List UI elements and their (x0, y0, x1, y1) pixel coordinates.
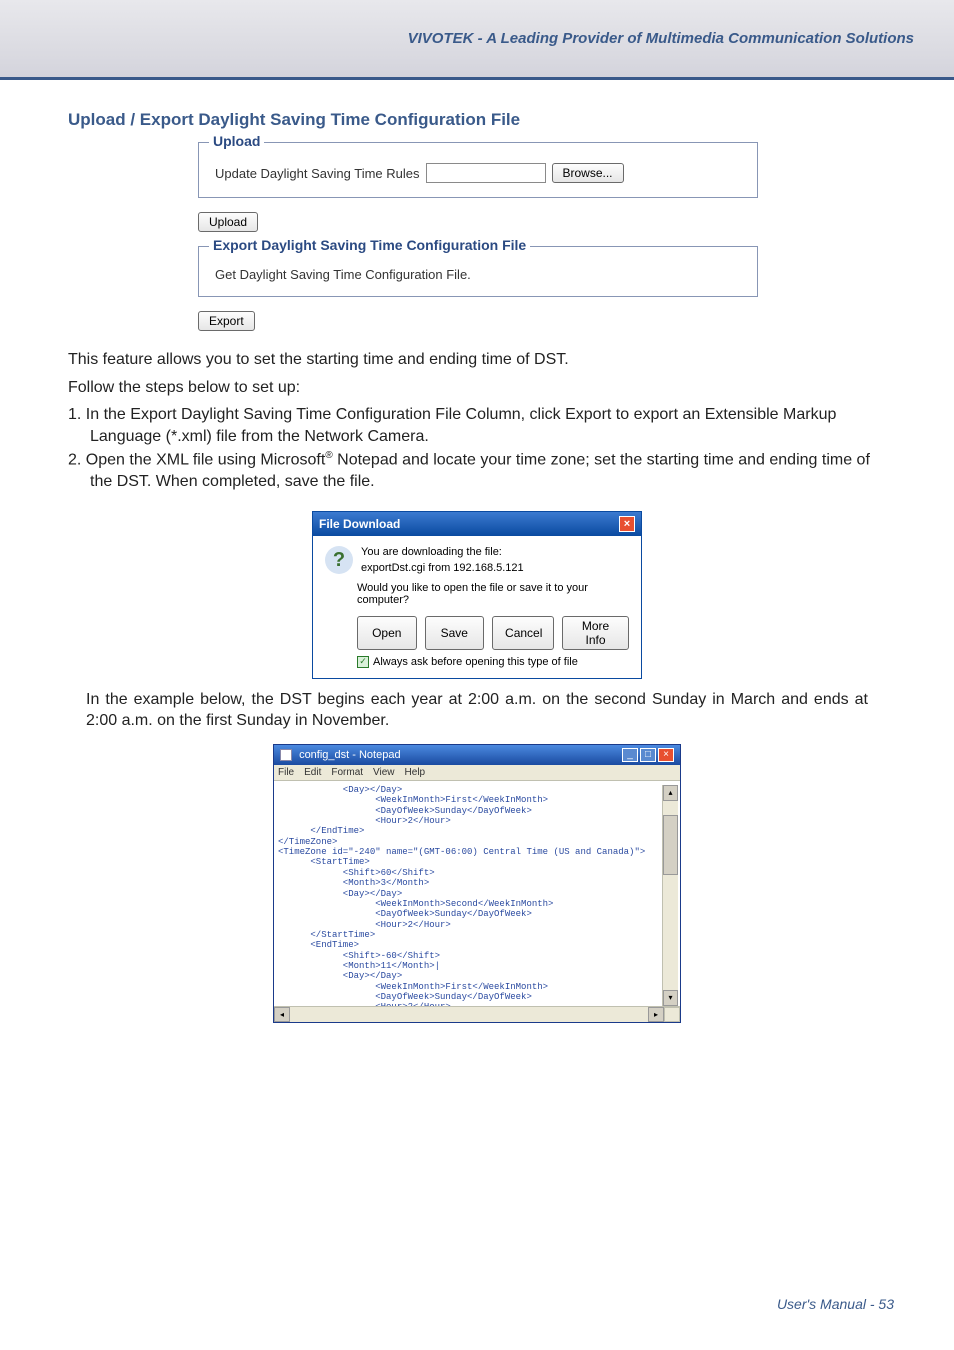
checkbox-label: Always ask before opening this type of f… (373, 656, 578, 668)
brand-text: VIVOTEK - A Leading Provider of Multimed… (408, 30, 914, 47)
minimize-icon[interactable]: _ (622, 748, 638, 762)
upload-fieldset: Upload Update Daylight Saving Time Rules… (198, 142, 758, 198)
page-header: VIVOTEK - A Leading Provider of Multimed… (0, 0, 954, 80)
menu-format[interactable]: Format (331, 767, 363, 778)
example-para: In the example below, the DST begins eac… (86, 689, 868, 732)
steps-list: 1. In the Export Daylight Saving Time Co… (68, 404, 886, 493)
file-download-dialog: File Download × ? You are downloading th… (312, 511, 642, 679)
dialog-line-1: You are downloading the file: (361, 546, 524, 558)
scroll-thumb[interactable] (663, 815, 678, 875)
open-button[interactable]: Open (357, 616, 417, 650)
notepad-icon (280, 749, 292, 761)
menu-help[interactable]: Help (405, 767, 426, 778)
dialog-titlebar: File Download × (313, 512, 641, 536)
section-title: Upload / Export Daylight Saving Time Con… (68, 110, 886, 130)
export-button[interactable]: Export (198, 311, 255, 331)
dialog-line-2: exportDst.cgi from 192.168.5.121 (361, 562, 524, 574)
notepad-window: config_dst - Notepad _ □ × File Edit For… (273, 744, 681, 1023)
upload-label: Update Daylight Saving Time Rules (215, 166, 420, 181)
close-icon[interactable]: × (658, 748, 674, 762)
scroll-right-icon[interactable]: ▸ (648, 1007, 664, 1022)
maximize-icon[interactable]: □ (640, 748, 656, 762)
step-1: 1. In the Export Daylight Saving Time Co… (68, 404, 886, 447)
menu-edit[interactable]: Edit (304, 767, 321, 778)
vertical-scrollbar[interactable]: ▴ ▾ (662, 785, 678, 1006)
browse-button[interactable]: Browse... (552, 163, 624, 183)
scroll-up-icon[interactable]: ▴ (663, 785, 678, 801)
export-legend: Export Daylight Saving Time Configuratio… (209, 237, 530, 253)
upload-legend: Upload (209, 133, 264, 149)
scroll-left-icon[interactable]: ◂ (274, 1007, 290, 1022)
resize-grip-icon[interactable] (664, 1007, 680, 1022)
dialog-title-text: File Download (319, 517, 400, 531)
notepad-text-area[interactable]: <Day></Day> <WeekInMonth>First</WeekInMo… (278, 785, 662, 1006)
notepad-menu: File Edit Format View Help (274, 765, 680, 781)
page-content: Upload / Export Daylight Saving Time Con… (0, 80, 954, 1023)
question-icon: ? (325, 546, 353, 574)
notepad-title-text: config_dst - Notepad (299, 749, 401, 761)
xml-content: <Day></Day> <WeekInMonth>First</WeekInMo… (278, 785, 662, 1006)
dialog-line-3: Would you like to open the file or save … (357, 582, 629, 606)
intro-para-2: Follow the steps below to set up: (68, 377, 886, 399)
more-info-button[interactable]: More Info (562, 616, 629, 650)
save-button[interactable]: Save (425, 616, 485, 650)
cancel-button[interactable]: Cancel (492, 616, 554, 650)
export-label: Get Daylight Saving Time Configuration F… (215, 267, 471, 282)
menu-view[interactable]: View (373, 767, 395, 778)
horizontal-scrollbar[interactable]: ◂ ▸ (274, 1006, 680, 1022)
export-fieldset: Export Daylight Saving Time Configuratio… (198, 246, 758, 297)
upload-file-input[interactable] (426, 163, 546, 183)
scroll-down-icon[interactable]: ▾ (663, 990, 678, 1006)
page-footer: User's Manual - 53 (777, 1296, 894, 1312)
registered-symbol: ® (325, 450, 332, 461)
menu-file[interactable]: File (278, 767, 294, 778)
intro-para-1: This feature allows you to set the start… (68, 349, 886, 371)
always-ask-checkbox[interactable]: ✓ (357, 656, 369, 668)
notepad-body: <Day></Day> <WeekInMonth>First</WeekInMo… (274, 781, 680, 1006)
notepad-titlebar: config_dst - Notepad _ □ × (274, 745, 680, 765)
config-ui-panel: Upload Update Daylight Saving Time Rules… (198, 142, 758, 331)
upload-button[interactable]: Upload (198, 212, 258, 232)
step-2: 2. Open the XML file using Microsoft® No… (68, 449, 886, 493)
close-icon[interactable]: × (619, 516, 635, 532)
